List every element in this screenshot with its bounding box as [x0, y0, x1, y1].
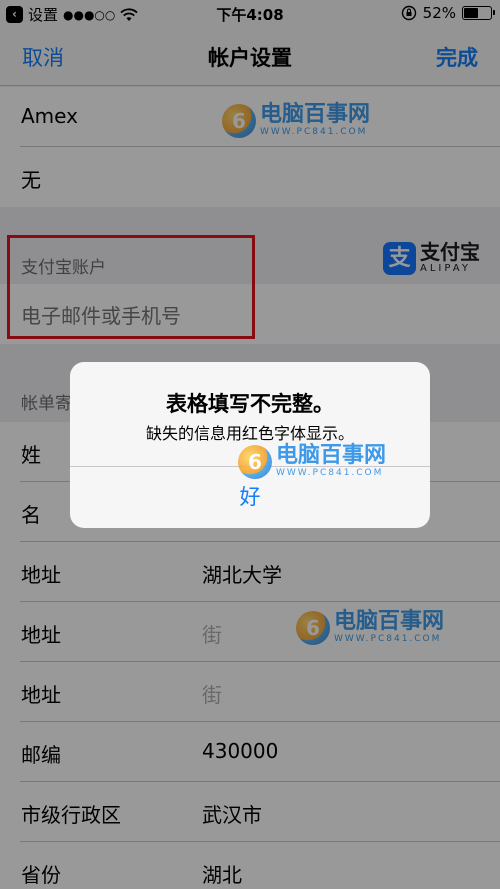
- watermark-cn: 电脑百事网: [276, 443, 387, 468]
- watermark-en: WWW.PC841.COM: [276, 468, 384, 478]
- alert-message: 缺失的信息用红色字体显示。: [145, 424, 354, 443]
- screen: ‹ 设置 ●●●○○ 下午4:08 52% 取消 帐户设置 完成 Amex 无 …: [0, 0, 500, 889]
- watermark: 6 电脑百事网 WWW.PC841.COM: [238, 444, 386, 479]
- watermark-logo-icon: 6: [238, 444, 272, 479]
- alert-title: 表格填写不完整。: [166, 392, 334, 416]
- watermark-text: 电脑百事网 WWW.PC841.COM: [276, 444, 386, 479]
